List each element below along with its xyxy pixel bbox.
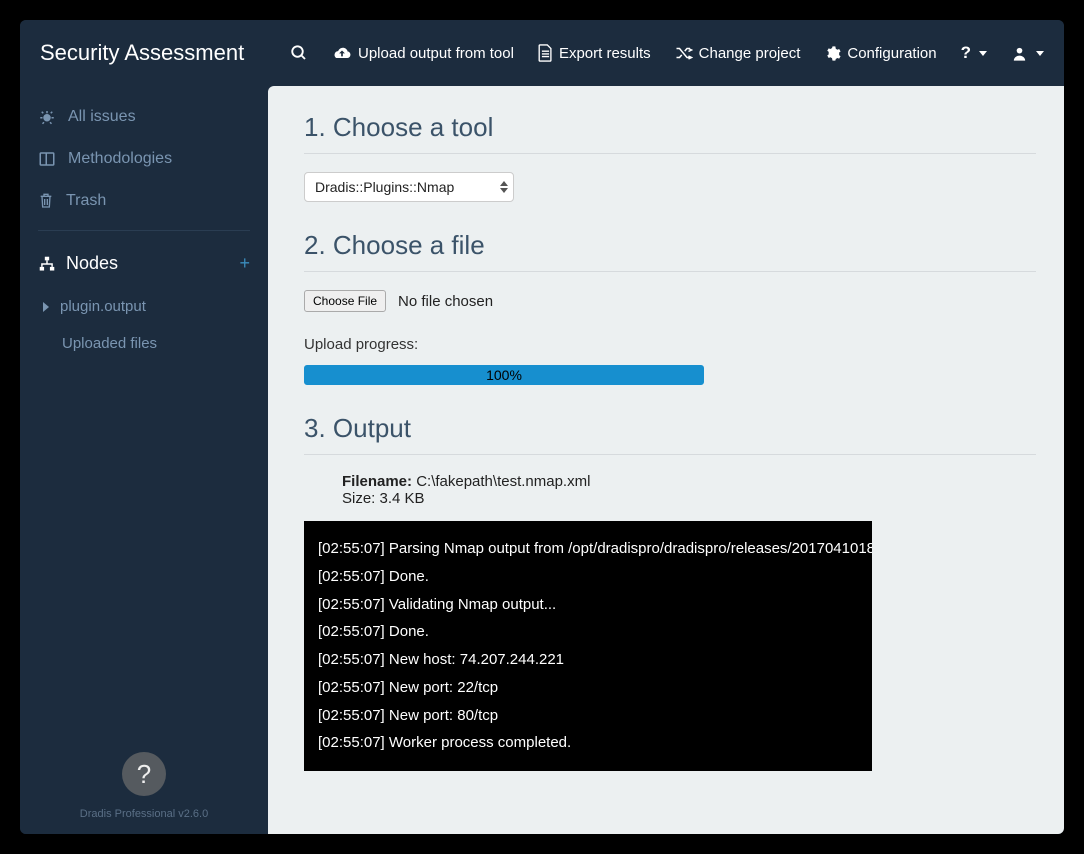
cloud-upload-icon (332, 45, 352, 61)
size-value: 3.4 KB (380, 490, 425, 507)
body: All issues Methodologies Trash (20, 86, 1064, 834)
search-button[interactable] (290, 44, 308, 62)
sidebar-item-all-issues[interactable]: All issues (20, 96, 268, 138)
console-line: [02:55:07] Parsing Nmap output from /opt… (318, 535, 858, 563)
step2-title: 2. Choose a file (304, 230, 1036, 261)
help-menu[interactable]: ? (961, 43, 987, 63)
sidebar-item-label: Trash (66, 192, 106, 210)
user-icon (1011, 45, 1028, 62)
size-label: Size: (342, 490, 380, 507)
caret-right-icon (42, 302, 50, 312)
file-icon (538, 44, 553, 62)
progress-bar: 100% (304, 365, 704, 385)
console-line: [02:55:07] New port: 80/tcp (318, 702, 858, 730)
console-line: [02:55:07] Done. (318, 618, 858, 646)
sidebar-node-plugin-output[interactable]: plugin.output (20, 288, 268, 325)
sidebar-nodes-header: Nodes + (20, 239, 268, 288)
export-results-button[interactable]: Export results (538, 44, 651, 62)
console-line: [02:55:07] New host: 74.207.244.221 (318, 646, 858, 674)
change-project-label: Change project (699, 45, 801, 62)
caret-down-icon (1036, 51, 1044, 56)
filename-value: C:\fakepath\test.nmap.xml (416, 473, 590, 490)
bug-icon (38, 108, 56, 126)
sidebar-item-label: Methodologies (68, 150, 172, 168)
add-node-button[interactable]: + (239, 253, 250, 274)
footer-version: Dradis Professional v2.6.0 (20, 796, 268, 834)
sidebar: All issues Methodologies Trash (20, 86, 268, 834)
divider (304, 153, 1036, 154)
sitemap-icon (38, 256, 56, 272)
trash-icon (38, 192, 54, 210)
step1-title: 1. Choose a tool (304, 112, 1036, 143)
sidebar-item-methodologies[interactable]: Methodologies (20, 138, 268, 180)
no-file-label: No file chosen (398, 293, 493, 310)
divider (304, 454, 1036, 455)
node-label: plugin.output (60, 298, 146, 315)
columns-icon (38, 150, 56, 168)
shuffle-icon (675, 45, 693, 61)
tool-select-value: Dradis::Plugins::Nmap (315, 179, 454, 195)
sidebar-item-trash[interactable]: Trash (20, 180, 268, 222)
main-content: 1. Choose a tool Dradis::Plugins::Nmap 2… (268, 86, 1064, 834)
topbar: Security Assessment Upload output from t… (20, 20, 1064, 86)
select-caret-icon (500, 181, 508, 193)
topbar-actions: Upload output from tool Export results C… (290, 43, 1044, 63)
app-window: Security Assessment Upload output from t… (20, 20, 1064, 834)
upload-output-label: Upload output from tool (358, 45, 514, 62)
filename-label: Filename: (342, 473, 416, 490)
upload-output-button[interactable]: Upload output from tool (332, 45, 514, 62)
configuration-button[interactable]: Configuration (824, 45, 936, 62)
divider (38, 230, 250, 231)
user-menu[interactable] (1011, 45, 1044, 62)
file-input-row: Choose File No file chosen (304, 290, 1036, 312)
question-icon: ? (137, 759, 151, 790)
console-line: [02:55:07] Worker process completed. (318, 729, 858, 757)
upload-progress-label: Upload progress: (304, 336, 1036, 353)
sidebar-footer: ? Dradis Professional v2.6.0 (20, 752, 268, 834)
console-line: [02:55:07] New port: 22/tcp (318, 674, 858, 702)
step3-title: 3. Output (304, 413, 1036, 444)
configuration-label: Configuration (847, 45, 936, 62)
question-icon: ? (961, 43, 971, 63)
sidebar-item-label: All issues (68, 108, 136, 126)
divider (304, 271, 1036, 272)
tool-select[interactable]: Dradis::Plugins::Nmap (304, 172, 514, 202)
search-icon (290, 44, 308, 62)
brand-title: Security Assessment (40, 40, 244, 66)
console-line: [02:55:07] Validating Nmap output... (318, 591, 858, 619)
caret-down-icon (979, 51, 987, 56)
help-bubble-button[interactable]: ? (122, 752, 166, 796)
progress-text: 100% (486, 367, 522, 383)
change-project-button[interactable]: Change project (675, 45, 801, 62)
file-info: Filename: C:\fakepath\test.nmap.xml Size… (304, 473, 1036, 507)
console-output: [02:55:07] Parsing Nmap output from /opt… (304, 521, 872, 771)
node-label: Uploaded files (62, 335, 157, 352)
nodes-label: Nodes (66, 253, 118, 274)
console-line: [02:55:07] Done. (318, 563, 858, 591)
export-results-label: Export results (559, 45, 651, 62)
choose-file-button[interactable]: Choose File (304, 290, 386, 312)
gear-icon (824, 45, 841, 62)
sidebar-node-uploaded-files[interactable]: Uploaded files (20, 325, 268, 362)
